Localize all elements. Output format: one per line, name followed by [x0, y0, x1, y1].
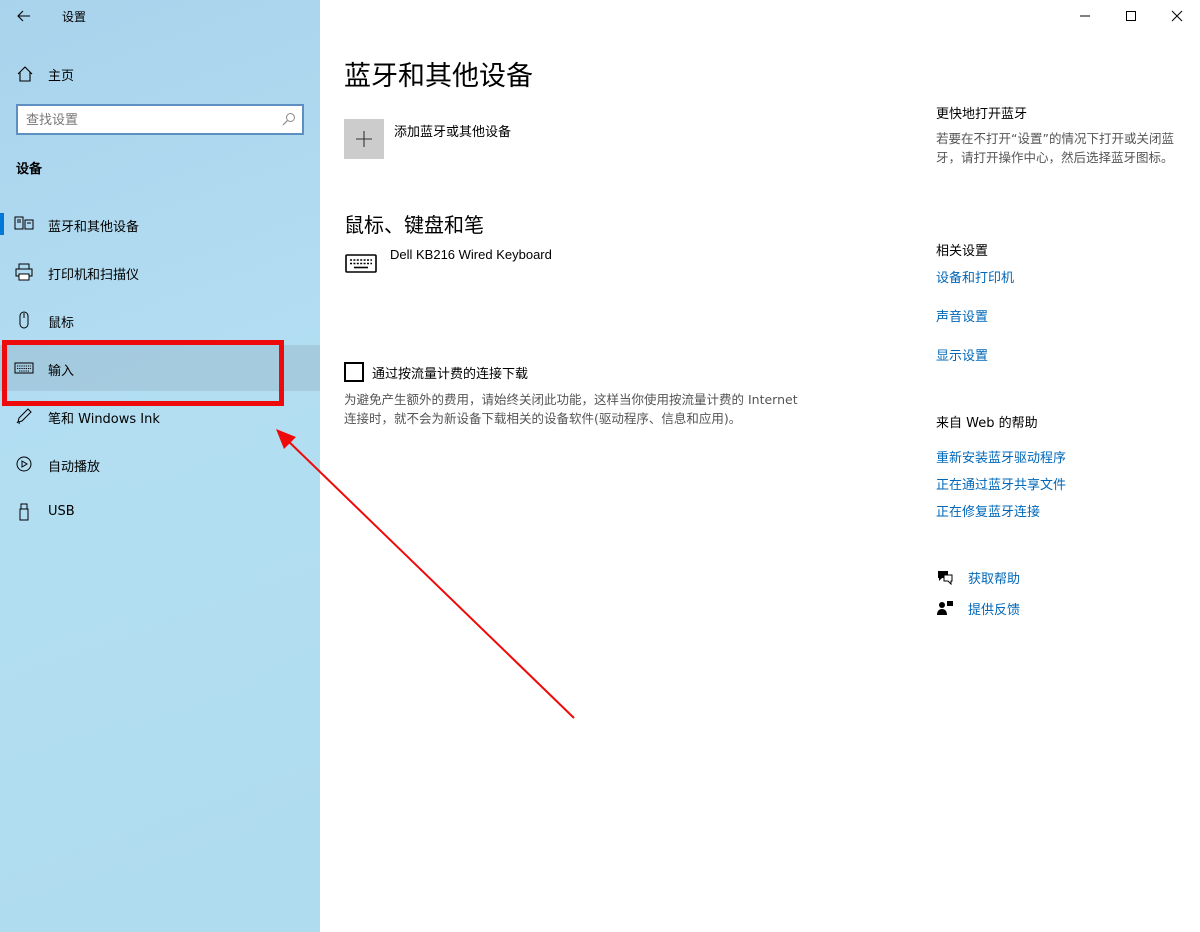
sidebar-item-bluetooth[interactable]: 蓝牙和其他设备 — [0, 201, 320, 247]
quick-bluetooth-title: 更快地打开蓝牙 — [936, 107, 1028, 122]
back-arrow-icon — [17, 10, 30, 22]
sidebar-item-label: 自动播放 — [48, 460, 101, 475]
selected-marker — [0, 213, 4, 235]
sidebar: 设置 主页 设备 蓝牙和其他设备 打印机和扫描仪 鼠标 输入 笔和 Window… — [0, 0, 320, 932]
feedback-icon — [937, 601, 953, 615]
metered-connection-label[interactable]: 通过按流量计费的连接下载 — [372, 363, 528, 382]
search-icon — [282, 113, 295, 126]
sidebar-item-pen[interactable]: 笔和 Windows Ink — [0, 393, 320, 439]
link-display-settings[interactable]: 显示设置 — [936, 345, 988, 364]
usb-icon — [19, 503, 29, 521]
web-help-title: 来自 Web 的帮助 — [936, 416, 1038, 431]
search-box[interactable] — [16, 104, 304, 135]
search-input[interactable] — [26, 110, 276, 130]
sidebar-item-label: USB — [48, 504, 75, 519]
pen-icon — [16, 408, 32, 425]
sidebar-item-mouse[interactable]: 鼠标 — [0, 297, 320, 343]
sidebar-item-label: 笔和 Windows Ink — [48, 412, 160, 427]
device-name[interactable]: Dell KB216 Wired Keyboard — [390, 247, 552, 262]
plus-icon — [356, 131, 372, 147]
sidebar-item-printers[interactable]: 打印机和扫描仪 — [0, 249, 320, 295]
bluetooth-devices-icon — [14, 216, 34, 230]
sidebar-item-label: 蓝牙和其他设备 — [48, 220, 140, 235]
sidebar-item-usb[interactable]: USB — [0, 489, 320, 535]
autoplay-icon — [16, 456, 32, 472]
section-title-mouse-keyboard-pen: 鼠标、键盘和笔 — [344, 213, 484, 237]
get-help-label: 获取帮助 — [968, 572, 1021, 587]
mouse-icon — [19, 311, 29, 329]
sidebar-item-typing[interactable]: 输入 — [0, 345, 320, 391]
add-device-button[interactable] — [344, 119, 384, 159]
link-sound-settings[interactable]: 声音设置 — [936, 306, 988, 325]
sidebar-item-label: 输入 — [48, 364, 75, 379]
sidebar-item-label: 打印机和扫描仪 — [48, 268, 140, 283]
printer-icon — [15, 263, 33, 281]
metered-description: 为避免产生额外的费用，请始终关闭此功能，这样当你使用按流量计费的 Interne… — [344, 392, 798, 426]
sidebar-title-bar: 设置 — [0, 0, 320, 32]
minimize-button[interactable] — [1062, 0, 1108, 32]
main-content: 蓝牙和其他设备 添加蓝牙或其他设备 鼠标、键盘和笔 Dell KB216 Wir… — [320, 0, 1200, 932]
quick-bluetooth-text: 若要在不打开“设置”的情况下打开或关闭蓝牙，请打开操作中心，然后选择蓝牙图标。 — [936, 131, 1174, 165]
sidebar-section-title: 设备 — [16, 162, 43, 177]
home-icon — [17, 66, 33, 82]
maximize-icon — [1126, 11, 1136, 21]
add-device-label[interactable]: 添加蓝牙或其他设备 — [394, 121, 511, 140]
close-button[interactable] — [1154, 0, 1200, 32]
keyboard-device-icon — [345, 254, 377, 273]
link-reinstall-driver[interactable]: 重新安装蓝牙驱动程序 — [936, 447, 1066, 466]
maximize-button[interactable] — [1108, 0, 1154, 32]
link-devices-printers[interactable]: 设备和打印机 — [936, 267, 1014, 286]
app-title: 设置 — [62, 10, 87, 24]
metered-connection-checkbox[interactable] — [344, 362, 364, 382]
sidebar-item-label: 鼠标 — [48, 316, 75, 331]
nav-home-label: 主页 — [48, 69, 75, 84]
close-icon — [1171, 10, 1183, 22]
feedback-label: 提供反馈 — [968, 603, 1021, 618]
sidebar-item-autoplay[interactable]: 自动播放 — [0, 441, 320, 487]
nav-home[interactable]: 主页 — [0, 56, 320, 90]
related-settings-title: 相关设置 — [936, 244, 989, 259]
chat-help-icon — [938, 571, 953, 586]
link-share-files[interactable]: 正在通过蓝牙共享文件 — [936, 474, 1066, 493]
keyboard-icon — [14, 362, 34, 374]
back-button[interactable] — [8, 2, 40, 30]
minimize-icon — [1080, 15, 1090, 17]
link-fix-connection[interactable]: 正在修复蓝牙连接 — [936, 501, 1040, 520]
page-title: 蓝牙和其他设备 — [344, 61, 533, 92]
